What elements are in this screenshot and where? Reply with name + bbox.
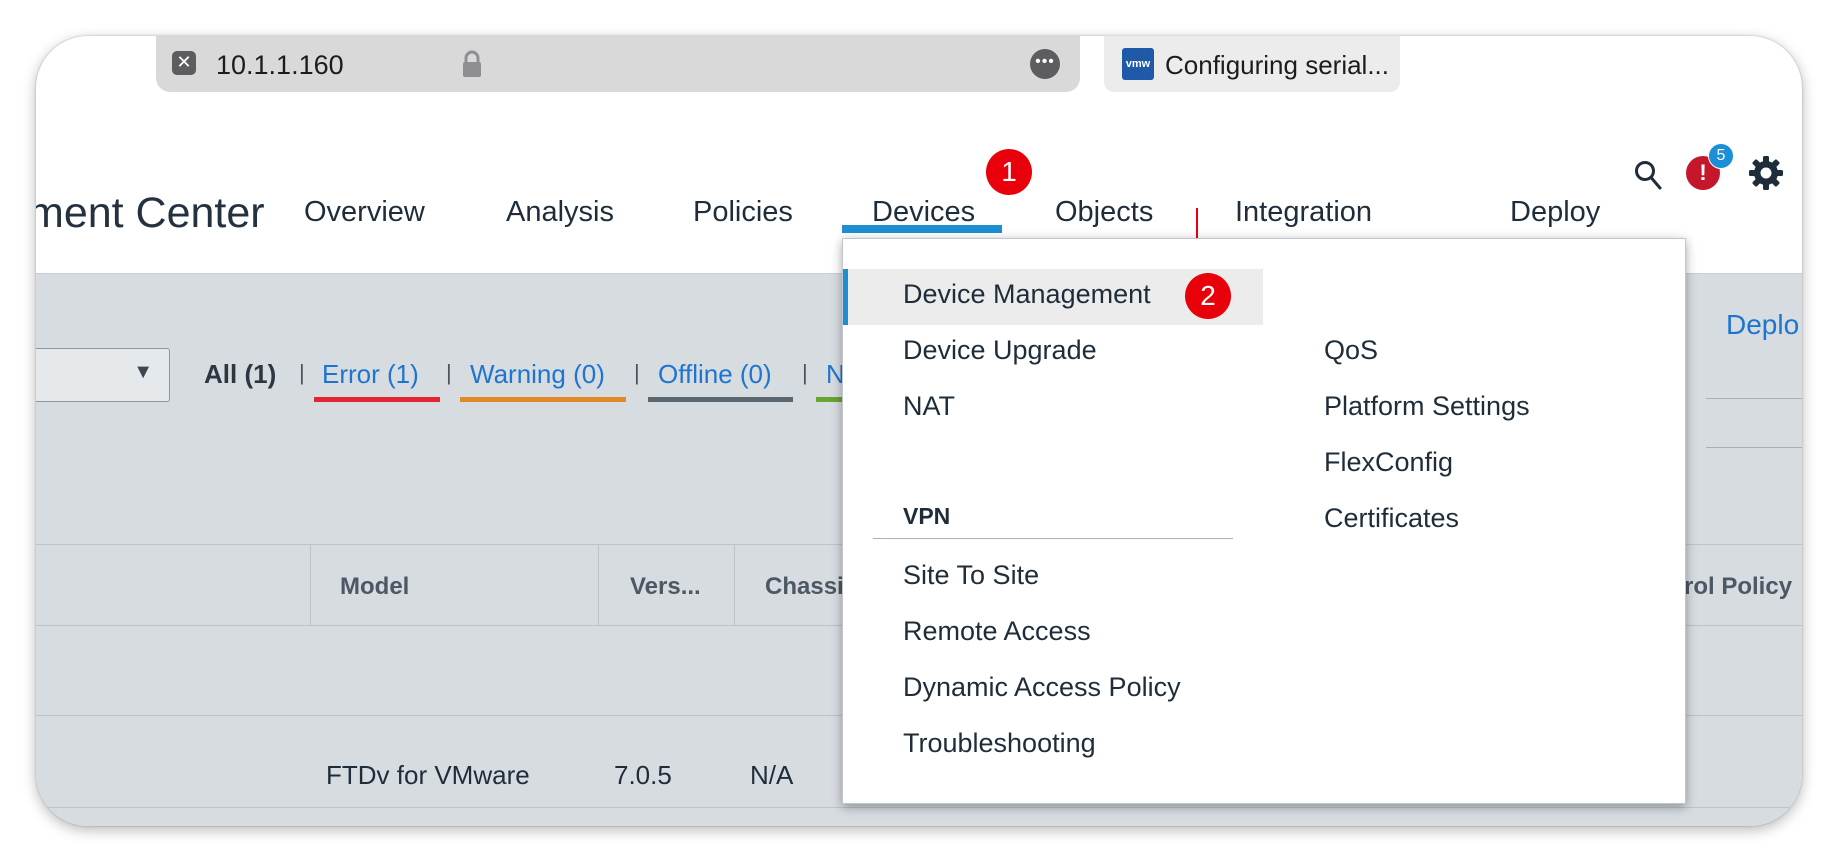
- browser-tab-configuring[interactable]: vmw Configuring serial...: [1104, 36, 1400, 92]
- menu-qos[interactable]: QoS: [1324, 335, 1378, 366]
- error-bar: [314, 397, 440, 402]
- alert-count-badge: 5: [1708, 143, 1734, 169]
- dropdown-arrow-icon: ▼: [133, 361, 153, 383]
- nav-overview[interactable]: Overview: [304, 196, 425, 229]
- menu-device-management[interactable]: Device Management: [903, 279, 1151, 310]
- cell-version: 7.0.5: [614, 760, 672, 790]
- menu-active-indicator: [843, 269, 848, 325]
- row-divider: [36, 807, 1802, 808]
- menu-heading-vpn: VPN: [903, 503, 951, 529]
- nav-policies[interactable]: Policies: [693, 196, 793, 229]
- column-model[interactable]: Model: [340, 573, 409, 601]
- menu-site-to-site[interactable]: Site To Site: [903, 560, 1039, 591]
- gear-icon[interactable]: [1748, 155, 1784, 191]
- app-brand: ment Center: [36, 189, 265, 237]
- menu-flexconfig[interactable]: FlexConfig: [1324, 447, 1453, 478]
- filter-separator: |: [634, 360, 640, 385]
- filter-all[interactable]: All (1): [204, 359, 276, 390]
- browser-window: ✕ 10.1.1.160 ••• vmw Configuring serial.…: [36, 36, 1802, 826]
- tab-title: Configuring serial...: [1165, 50, 1389, 80]
- menu-platform-settings[interactable]: Platform Settings: [1324, 391, 1530, 422]
- nav-analysis[interactable]: Analysis: [506, 196, 614, 229]
- nav-integration[interactable]: Integration: [1235, 196, 1372, 229]
- step-badge-2: 2: [1185, 273, 1231, 319]
- nav-objects[interactable]: Objects: [1055, 196, 1153, 229]
- column-divider: [310, 545, 311, 625]
- device-group-select[interactable]: ▼: [36, 348, 170, 402]
- step-badge-1: 1: [986, 149, 1032, 195]
- deploy-button[interactable]: Deploy: [1510, 196, 1600, 229]
- menu-certificates[interactable]: Certificates: [1324, 503, 1459, 534]
- column-divider: [598, 545, 599, 625]
- column-version[interactable]: Vers...: [630, 573, 701, 601]
- filter-warning[interactable]: Warning (0): [470, 359, 605, 390]
- column-divider: [734, 545, 735, 625]
- filter-separator: |: [299, 360, 305, 385]
- menu-troubleshooting[interactable]: Troubleshooting: [903, 728, 1096, 759]
- filter-error[interactable]: Error (1): [322, 359, 419, 390]
- menu-divider: [873, 538, 1233, 539]
- more-icon[interactable]: •••: [1030, 49, 1060, 79]
- warning-bar: [460, 397, 626, 402]
- address-bar[interactable]: ✕ 10.1.1.160 •••: [156, 36, 1080, 92]
- cell-chassis: N/A: [750, 760, 794, 790]
- search-field[interactable]: [1706, 398, 1802, 448]
- menu-dynamic-access-policy[interactable]: Dynamic Access Policy: [903, 672, 1181, 703]
- devices-dropdown-menu: Device Management 2 Device Upgrade NAT V…: [842, 238, 1686, 804]
- menu-device-upgrade[interactable]: Device Upgrade: [903, 335, 1097, 366]
- column-chassis[interactable]: Chassi: [765, 573, 844, 601]
- url-text[interactable]: 10.1.1.160: [216, 50, 344, 81]
- menu-remote-access[interactable]: Remote Access: [903, 616, 1091, 647]
- cell-model: FTDv for VMware: [326, 760, 530, 790]
- filter-separator: |: [802, 360, 808, 385]
- close-icon[interactable]: ✕: [172, 51, 196, 75]
- filter-separator: |: [446, 360, 452, 385]
- column-access-policy[interactable]: rol Policy: [1684, 573, 1792, 601]
- deploy-link[interactable]: Deplo: [1726, 309, 1799, 341]
- lock-icon: [463, 50, 481, 77]
- active-nav-indicator: [842, 225, 1002, 233]
- search-icon[interactable]: [1634, 160, 1662, 190]
- vmware-icon: vmw: [1122, 48, 1154, 80]
- offline-bar: [648, 397, 793, 402]
- menu-nat[interactable]: NAT: [903, 391, 955, 422]
- filter-offline[interactable]: Offline (0): [658, 359, 772, 390]
